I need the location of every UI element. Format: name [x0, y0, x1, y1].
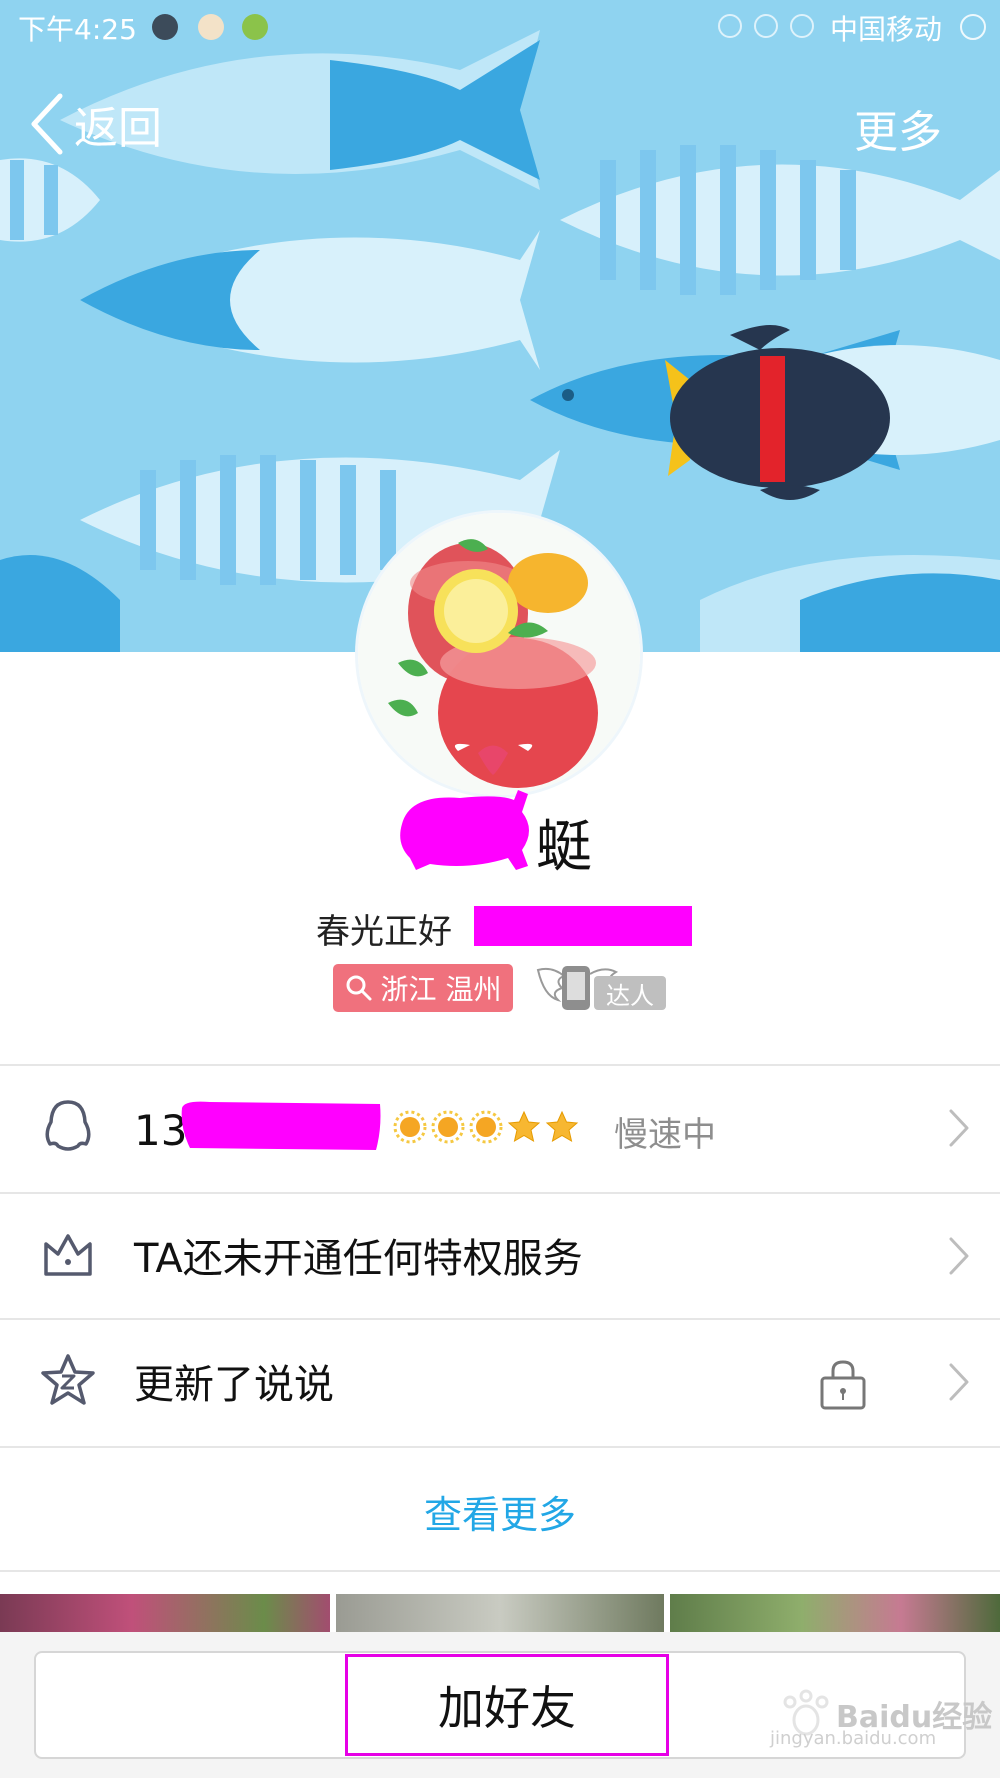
add-friend-label[interactable]: 加好友 — [345, 1654, 669, 1756]
watermark-url: jingyan.baidu.com — [770, 1728, 937, 1749]
sun-level-icon — [469, 1110, 503, 1144]
avatar-image — [358, 513, 640, 795]
keyboard-notification-icon — [152, 14, 178, 40]
penguin-icon — [45, 1100, 91, 1151]
view-more-link[interactable]: 查看更多 — [0, 1450, 1000, 1572]
android-notification-icon — [242, 14, 268, 40]
profile-signature: 春光正好 — [316, 912, 452, 952]
profile-name: 蜓 — [536, 815, 592, 880]
expert-badge-label: 达人 — [594, 976, 666, 1010]
redacted-name-mark — [400, 790, 529, 870]
chevron-right-icon — [949, 1237, 969, 1275]
status-bar: 下午4:25 中国移动 — [0, 0, 1000, 56]
back-button[interactable]: 返回 — [28, 92, 162, 156]
chevron-left-icon — [31, 93, 63, 155]
star-level-icon — [507, 1110, 541, 1143]
message-notification-icon — [198, 14, 224, 40]
carrier-name: 中国移动 — [829, 13, 942, 46]
photo-thumbnail[interactable] — [336, 1594, 664, 1634]
gps-icon — [754, 14, 778, 38]
crown-icon — [44, 1234, 92, 1276]
battery-icon — [960, 14, 986, 40]
privilege-row[interactable]: TA还未开通任何特权服务 — [0, 1194, 1000, 1316]
photo-thumbnail[interactable] — [670, 1594, 1000, 1634]
star-level-icon — [545, 1110, 579, 1143]
search-location-icon — [346, 975, 372, 1001]
feed-text: 更新了说说 — [134, 1362, 334, 1408]
sun-level-icon — [393, 1110, 427, 1144]
divider — [0, 1446, 1000, 1448]
avatar[interactable] — [358, 513, 640, 795]
sync-icon — [790, 14, 814, 38]
privilege-text: TA还未开通任何特权服务 — [134, 1236, 583, 1282]
more-button[interactable]: 更多 — [854, 96, 942, 160]
chevron-right-icon — [949, 1363, 969, 1401]
divider — [0, 1570, 1000, 1572]
status-time: 下午4:25 — [18, 13, 137, 46]
sun-level-icon — [431, 1110, 465, 1144]
lock-icon — [820, 1360, 866, 1410]
chevron-right-icon — [949, 1109, 969, 1147]
star-z-icon — [41, 1354, 95, 1405]
alarm-icon — [718, 14, 742, 38]
level-icons — [393, 1110, 579, 1144]
redacted-signature-mark — [474, 906, 692, 946]
location-badge[interactable]: 浙江 温州 — [333, 964, 513, 1012]
acceleration-status: 慢速中 — [614, 1115, 716, 1155]
back-label: 返回 — [74, 103, 162, 154]
location-text: 浙江 温州 — [380, 973, 502, 1006]
redacted-qq-number-mark — [181, 1101, 381, 1150]
photo-thumbnail[interactable] — [0, 1594, 330, 1634]
